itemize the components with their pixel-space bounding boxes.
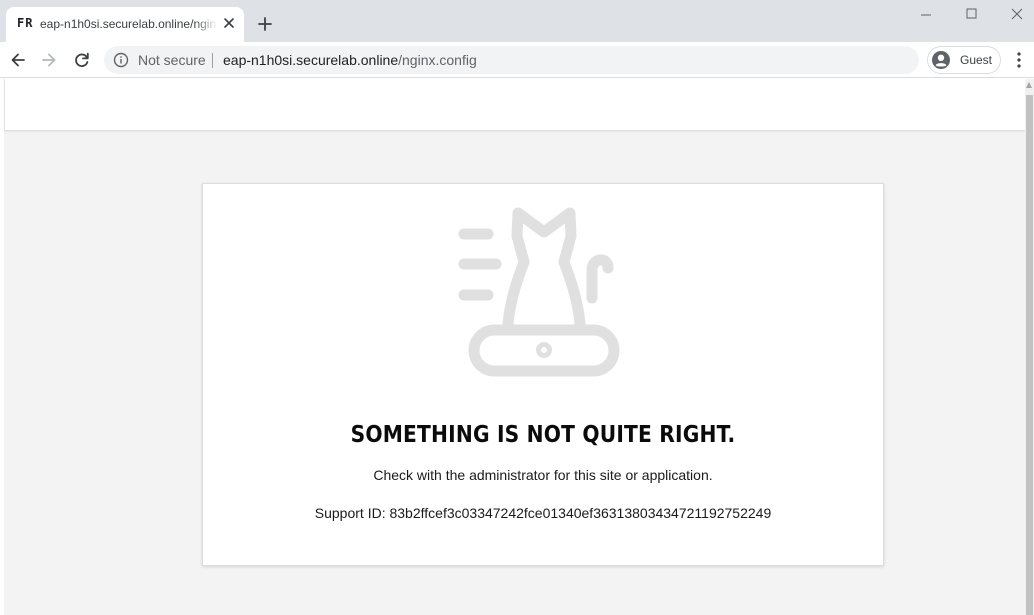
page-viewport: SOMETHING IS NOT QUITE RIGHT. Check with… bbox=[0, 79, 1034, 615]
cat-on-bed-icon bbox=[458, 207, 620, 377]
support-id-line: Support ID: 83b2ffcef3c03347242fce01340e… bbox=[203, 505, 883, 521]
support-id-label: Support ID: bbox=[314, 505, 386, 521]
back-arrow-icon[interactable] bbox=[8, 50, 28, 70]
security-status-label[interactable]: Not secure bbox=[138, 52, 206, 68]
tab-title: eap-n1h0si.securelab.online/nginx.config bbox=[40, 17, 218, 31]
vertical-scrollbar[interactable] bbox=[1025, 79, 1034, 615]
error-message: Check with the administrator for this si… bbox=[373, 467, 713, 483]
error-card: SOMETHING IS NOT QUITE RIGHT. Check with… bbox=[202, 183, 884, 566]
support-id-value: 83b2ffcef3c03347242fce01340ef36313803434… bbox=[389, 505, 772, 521]
reload-icon[interactable] bbox=[72, 50, 92, 70]
url-text[interactable]: eap-n1h0si.securelab.online/nginx.config bbox=[223, 52, 477, 68]
page-left-edge bbox=[0, 79, 4, 615]
new-tab-plus-icon[interactable] bbox=[256, 15, 274, 33]
url-host: eap-n1h0si.securelab.online bbox=[223, 52, 399, 68]
tab-active[interactable]: FR eap-n1h0si.securelab.online/nginx.con… bbox=[6, 7, 244, 42]
error-title: SOMETHING IS NOT QUITE RIGHT. bbox=[350, 422, 736, 448]
url-path: /nginx.config bbox=[398, 52, 477, 68]
tab-favicon: FR bbox=[17, 16, 34, 30]
minimize-icon[interactable] bbox=[913, 5, 939, 25]
kebab-menu-icon[interactable] bbox=[1011, 51, 1027, 69]
window-close-icon[interactable] bbox=[1004, 5, 1030, 25]
scroll-up-arrow-icon[interactable] bbox=[1026, 82, 1032, 88]
browser-toolbar: Not secure eap-n1h0si.securelab.online/n… bbox=[0, 42, 1034, 78]
profile-button[interactable]: Guest bbox=[927, 46, 1001, 74]
address-separator bbox=[212, 53, 213, 68]
tab-close-icon[interactable] bbox=[221, 15, 237, 31]
info-icon[interactable] bbox=[113, 52, 129, 68]
guest-avatar-icon bbox=[932, 51, 950, 69]
forward-arrow-icon[interactable] bbox=[39, 50, 59, 70]
address-bar[interactable]: Not secure eap-n1h0si.securelab.online/n… bbox=[104, 46, 919, 74]
tab-strip: FR eap-n1h0si.securelab.online/nginx.con… bbox=[0, 0, 1034, 42]
page-header-bar bbox=[4, 79, 1025, 131]
scrollbar-thumb[interactable] bbox=[1026, 95, 1033, 615]
profile-label: Guest bbox=[960, 53, 993, 67]
maximize-icon[interactable] bbox=[958, 5, 984, 25]
